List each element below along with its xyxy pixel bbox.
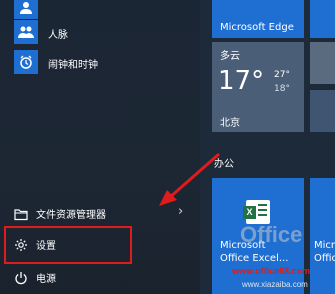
tile-office-other[interactable]: Microsoft Office [310, 178, 335, 294]
excel-icon: X [243, 200, 270, 224]
watermark-url2: www.xiazaiba.com [242, 280, 308, 289]
weather-city: 北京 [220, 118, 240, 129]
power-button[interactable]: 电源 [0, 264, 200, 290]
tile-microsoft-edge[interactable]: Microsoft Edge [212, 0, 304, 38]
settings-highlight-box [4, 226, 132, 264]
tile-label: Microsoft Edge [220, 22, 294, 33]
weather-temperature: 17° [218, 66, 265, 96]
tile-partial-mid2[interactable] [310, 90, 335, 132]
people-icon [14, 20, 38, 44]
weather-low: 18° [274, 84, 290, 94]
watermark-brand: Office [240, 222, 303, 247]
app-item-alarms-clock[interactable]: 闹钟和时钟 [0, 47, 200, 77]
folder-icon [14, 206, 28, 221]
weather-high: 27° [274, 70, 290, 80]
tile-label-line1: Microsoft [314, 240, 335, 251]
tile-label-line2: Office Excel... [220, 253, 289, 264]
tile-weather[interactable]: 多云 17° 27° 18° 北京 [212, 42, 304, 132]
watermark-url1: www.office68.com [232, 266, 311, 276]
file-explorer-label: 文件资源管理器 [36, 210, 106, 221]
tile-partial-mid1[interactable] [310, 42, 335, 84]
power-label: 电源 [36, 274, 56, 285]
alarm-clock-icon [14, 50, 38, 74]
app-label: 人脉 [48, 30, 68, 41]
start-menu-tiles-pane: Microsoft Edge 多云 17° 27° 18° 北京 办公 X Mi… [200, 0, 335, 294]
start-menu-left-pane: 人脉 闹钟和时钟 文件资源管理器 › 设置 电源 [0, 0, 200, 294]
weather-condition: 多云 [220, 51, 240, 62]
app-item-people[interactable]: 人脉 [0, 17, 200, 47]
app-label: 闹钟和时钟 [48, 60, 98, 71]
tile-partial-top[interactable] [310, 0, 335, 38]
power-icon [14, 270, 28, 285]
red-arrow-annotation [159, 152, 220, 206]
tile-label-line2: Office [314, 253, 335, 264]
